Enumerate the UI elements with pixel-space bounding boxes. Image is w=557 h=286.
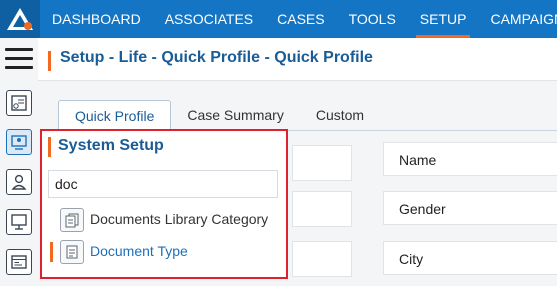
user-icon[interactable]	[6, 169, 32, 195]
browser-window-icon[interactable]	[6, 249, 32, 275]
result-label: Documents Library Category	[90, 211, 269, 227]
tab-bar: Quick Profile Case Summary Custom	[58, 100, 380, 130]
document-stack-icon	[60, 208, 84, 232]
result-label: Document Type	[90, 243, 188, 259]
page-title: Setup - Life - Quick Profile - Quick Pro…	[60, 49, 373, 66]
search-input[interactable]	[48, 170, 278, 198]
popup-accent-bar	[48, 137, 51, 157]
result-item-document-type[interactable]: Document Type	[48, 238, 280, 266]
nav-item-setup[interactable]: SETUP	[408, 0, 479, 38]
tab-case-summary[interactable]: Case Summary	[171, 100, 299, 130]
document-icon	[60, 240, 84, 264]
top-nav-bar: DASHBOARD ASSOCIATES CASES TOOLS SETUP C…	[0, 0, 557, 38]
nav-item-tools[interactable]: TOOLS	[337, 0, 408, 38]
form-field-left[interactable]	[292, 241, 352, 277]
field-gender[interactable]: Gender	[383, 191, 557, 225]
form-field-left[interactable]	[292, 145, 352, 181]
hamburger-menu-icon[interactable]	[5, 48, 33, 70]
monitor-user-icon[interactable]	[6, 129, 32, 155]
title-accent-bar	[48, 51, 51, 71]
profile-card-icon[interactable]	[6, 90, 32, 116]
left-sidebar	[0, 38, 39, 286]
nav-item-campaign[interactable]: CAMPAIGN	[478, 0, 557, 38]
selected-accent-bar	[50, 242, 53, 262]
tab-custom[interactable]: Custom	[300, 100, 380, 130]
presentation-icon[interactable]	[6, 209, 32, 235]
form-field-left[interactable]	[292, 191, 352, 227]
page-header: Setup - Life - Quick Profile - Quick Pro…	[38, 38, 557, 81]
system-setup-popup: System Setup Documents Library Category …	[40, 129, 288, 279]
tab-quick-profile[interactable]: Quick Profile	[58, 100, 172, 130]
nav-item-associates[interactable]: ASSOCIATES	[153, 0, 265, 38]
field-name[interactable]: Name	[383, 142, 557, 176]
nav-item-cases[interactable]: CASES	[265, 0, 336, 38]
app-logo-icon[interactable]	[0, 0, 40, 38]
field-city[interactable]: City	[383, 241, 557, 275]
main-nav: DASHBOARD ASSOCIATES CASES TOOLS SETUP C…	[40, 0, 557, 38]
popup-title: System Setup	[58, 137, 164, 154]
result-item-documents-library-category[interactable]: Documents Library Category	[48, 206, 280, 234]
nav-item-dashboard[interactable]: DASHBOARD	[40, 0, 153, 38]
